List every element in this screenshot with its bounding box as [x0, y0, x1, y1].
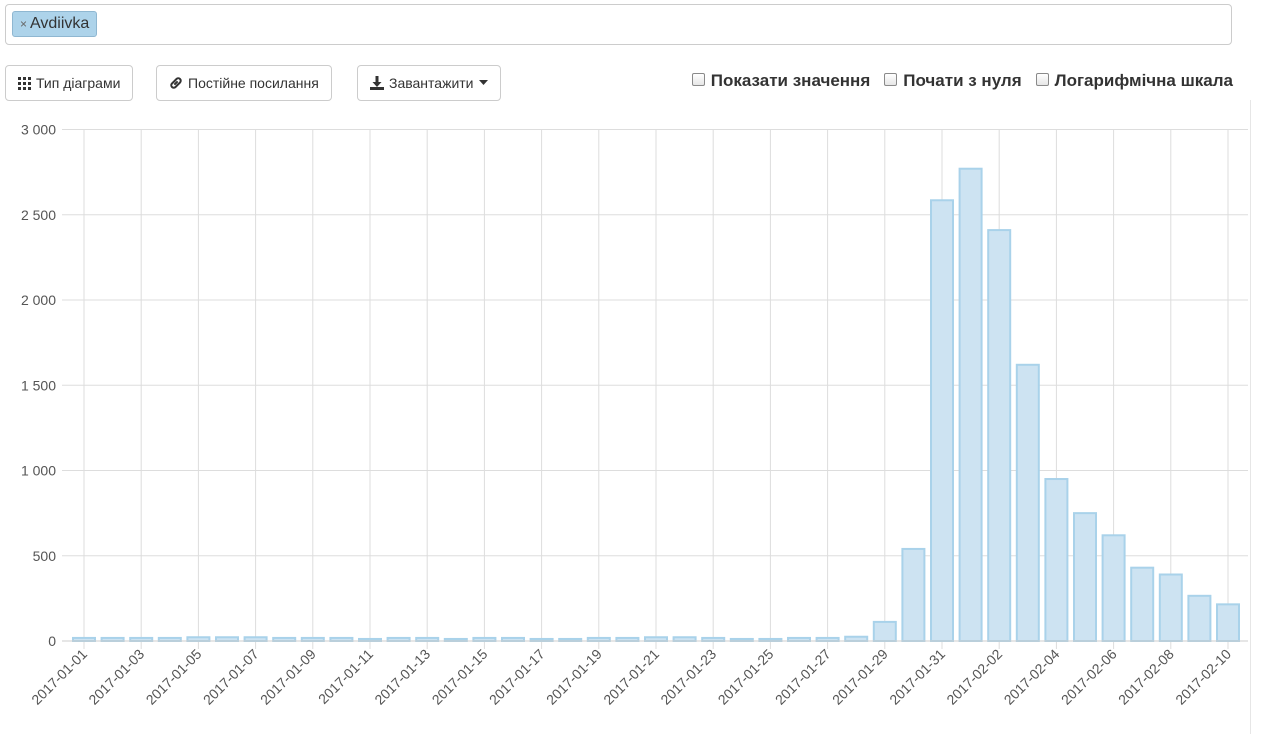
- x-tick-label: 2017-01-31: [886, 646, 948, 708]
- chart-options: Показати значення Почати з нуля Логарифм…: [691, 71, 1233, 91]
- show-values-label: Показати значення: [710, 71, 871, 90]
- x-tick-label: 2017-02-10: [1172, 646, 1234, 708]
- filter-tag-label: Avdiivka: [30, 15, 90, 32]
- x-tick-label: 2017-01-27: [772, 646, 834, 708]
- start-zero-checkbox[interactable]: [884, 72, 898, 86]
- filter-tag[interactable]: × Avdiivka: [12, 11, 98, 37]
- x-tick-label: 2017-02-06: [1058, 646, 1120, 708]
- link-icon: [170, 77, 182, 89]
- x-tick-label: 2017-02-02: [943, 646, 1005, 708]
- x-tick-label: 2017-02-04: [1001, 646, 1063, 708]
- bar: [644, 636, 668, 643]
- download-icon: [370, 76, 384, 90]
- download-button[interactable]: Завантажити: [357, 65, 501, 101]
- bar: [1015, 363, 1040, 642]
- log-scale-checkbox[interactable]: [1035, 72, 1049, 86]
- y-tick-label: 500: [33, 548, 57, 564]
- bar: [186, 636, 211, 643]
- bar: [1130, 566, 1155, 642]
- x-tick-label: 2017-01-09: [257, 646, 319, 708]
- y-tick-label: 0: [48, 633, 56, 649]
- x-tick-label: 2017-01-03: [85, 646, 147, 708]
- bar: [1073, 512, 1097, 642]
- chart-type-label: Тип діаграми: [36, 75, 121, 91]
- y-tick-label: 3 000: [21, 122, 56, 138]
- bar: [987, 229, 1012, 642]
- filter-input[interactable]: × Avdiivka: [5, 4, 1232, 45]
- caret-down-icon: [478, 80, 488, 85]
- x-tick-label: 2017-01-23: [657, 646, 719, 708]
- x-tick-label: 2017-01-29: [829, 646, 891, 708]
- x-tick-label: 2017-01-11: [315, 646, 376, 707]
- x-tick-label: 2017-01-07: [200, 646, 262, 708]
- show-values-checkbox[interactable]: [691, 72, 705, 86]
- bar: [930, 199, 954, 642]
- bar: [1187, 594, 1212, 643]
- bar: [1158, 573, 1183, 643]
- permalink-button[interactable]: Постійне посилання: [156, 65, 332, 101]
- x-tick-label: 2017-01-19: [543, 646, 605, 708]
- bar: [1216, 603, 1240, 642]
- download-label: Завантажити: [389, 75, 474, 91]
- x-tick-label: 2017-02-08: [1115, 646, 1177, 708]
- bar: [872, 620, 897, 642]
- x-tick-label: 2017-01-21: [600, 646, 662, 708]
- grid-icon: [18, 76, 31, 90]
- y-tick-label: 1 000: [21, 463, 56, 479]
- x-tick-label: 2017-01-13: [371, 646, 433, 708]
- bar: [844, 635, 869, 642]
- bar: [1101, 534, 1126, 643]
- y-tick-label: 2 000: [21, 292, 56, 308]
- chart-type-button[interactable]: Тип діаграми: [5, 65, 134, 101]
- start-zero-option[interactable]: Почати з нуля: [884, 71, 1022, 91]
- y-tick-label: 2 500: [21, 207, 56, 223]
- bar: [215, 636, 239, 643]
- remove-tag-icon[interactable]: ×: [20, 17, 27, 31]
- bar: [1044, 478, 1069, 642]
- log-scale-option[interactable]: Логарифмічна шкала: [1035, 71, 1233, 91]
- x-tick-label: 2017-01-01: [28, 646, 90, 708]
- bar: [243, 636, 268, 643]
- bar: [672, 636, 697, 643]
- bar-chart: 05001 0001 5002 0002 5003 0002017-01-012…: [21, 122, 1248, 708]
- y-tick-label: 1 500: [21, 377, 56, 393]
- x-tick-label: 2017-01-25: [715, 646, 777, 708]
- show-values-option[interactable]: Показати значення: [691, 71, 871, 91]
- scrollbar-track[interactable]: [1250, 100, 1251, 734]
- log-scale-label: Логарифмічна шкала: [1054, 71, 1233, 90]
- permalink-label: Постійне посилання: [188, 75, 319, 91]
- bar: [901, 547, 926, 642]
- start-zero-label: Почати з нуля: [903, 71, 1022, 90]
- bar: [958, 167, 983, 643]
- x-tick-label: 2017-01-05: [143, 646, 205, 708]
- x-tick-label: 2017-01-15: [429, 646, 491, 708]
- x-tick-label: 2017-01-17: [486, 646, 548, 708]
